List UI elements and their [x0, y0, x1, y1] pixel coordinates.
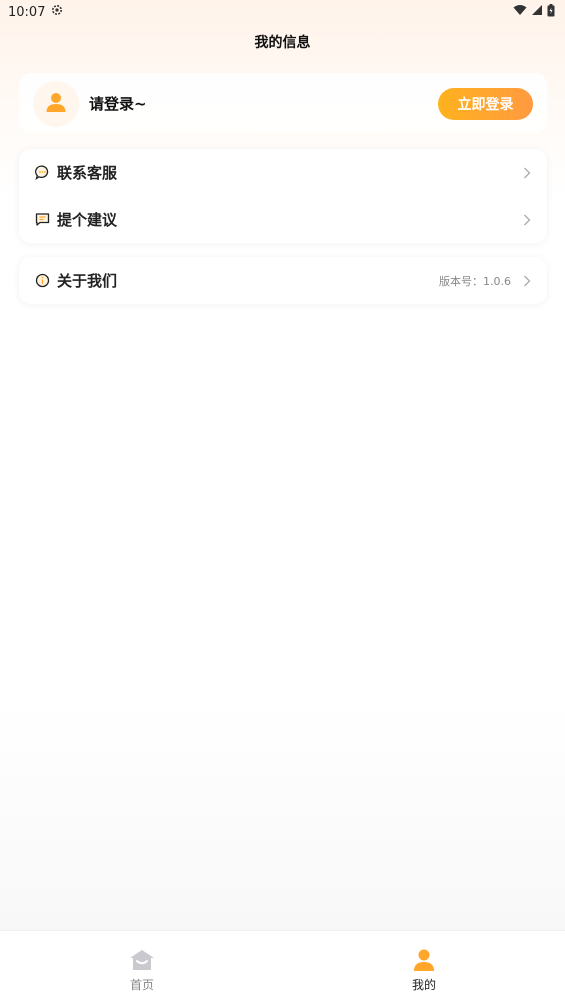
- tab-home[interactable]: 首页: [82, 931, 202, 1004]
- signal-icon: [531, 4, 543, 20]
- status-time: 10:07: [8, 4, 46, 20]
- feedback-icon: [35, 212, 51, 228]
- menu-item-contact[interactable]: 联系客服: [19, 149, 547, 196]
- menu-item-suggest[interactable]: 提个建议: [19, 196, 547, 243]
- menu-item-about-label: 关于我们: [57, 272, 118, 290]
- tab-home-label: 首页: [129, 978, 154, 992]
- page-title: 我的信息: [254, 35, 311, 51]
- login-prompt[interactable]: 请登录~: [89, 93, 147, 114]
- user-icon: [410, 947, 438, 973]
- info-icon: [35, 273, 51, 289]
- menu-item-contact-label: 联系客服: [57, 164, 118, 182]
- menu-card-support: 联系客服 提个建议: [19, 149, 547, 243]
- chevron-right-icon: [523, 167, 533, 179]
- tab-mine-label: 我的: [411, 978, 436, 992]
- chevron-right-icon: [523, 275, 533, 287]
- chevron-right-icon: [523, 214, 533, 226]
- tab-mine[interactable]: 我的: [364, 931, 484, 1004]
- version-text: 版本号：1.0.6: [439, 274, 511, 288]
- tab-bar: 首页 我的: [0, 930, 565, 1004]
- gear-icon: [51, 4, 63, 20]
- menu-item-about[interactable]: 关于我们 版本号：1.0.6: [19, 257, 547, 304]
- screen: 10:07 我的信息 请登录~ 立即登录 联系客服 提个建议 关于我们 版本号：…: [0, 0, 565, 1004]
- menu-card-about: 关于我们 版本号：1.0.6: [19, 257, 547, 304]
- user-icon: [45, 91, 67, 117]
- chat-bubble-icon: [35, 165, 51, 181]
- avatar[interactable]: [33, 81, 79, 127]
- battery-icon: [547, 3, 555, 21]
- wifi-icon: [513, 4, 527, 20]
- home-icon: [128, 947, 156, 973]
- menu-item-suggest-label: 提个建议: [57, 211, 118, 229]
- status-bar: 10:07: [0, 0, 565, 24]
- login-button[interactable]: 立即登录: [438, 88, 533, 120]
- login-card: 请登录~ 立即登录: [19, 73, 547, 133]
